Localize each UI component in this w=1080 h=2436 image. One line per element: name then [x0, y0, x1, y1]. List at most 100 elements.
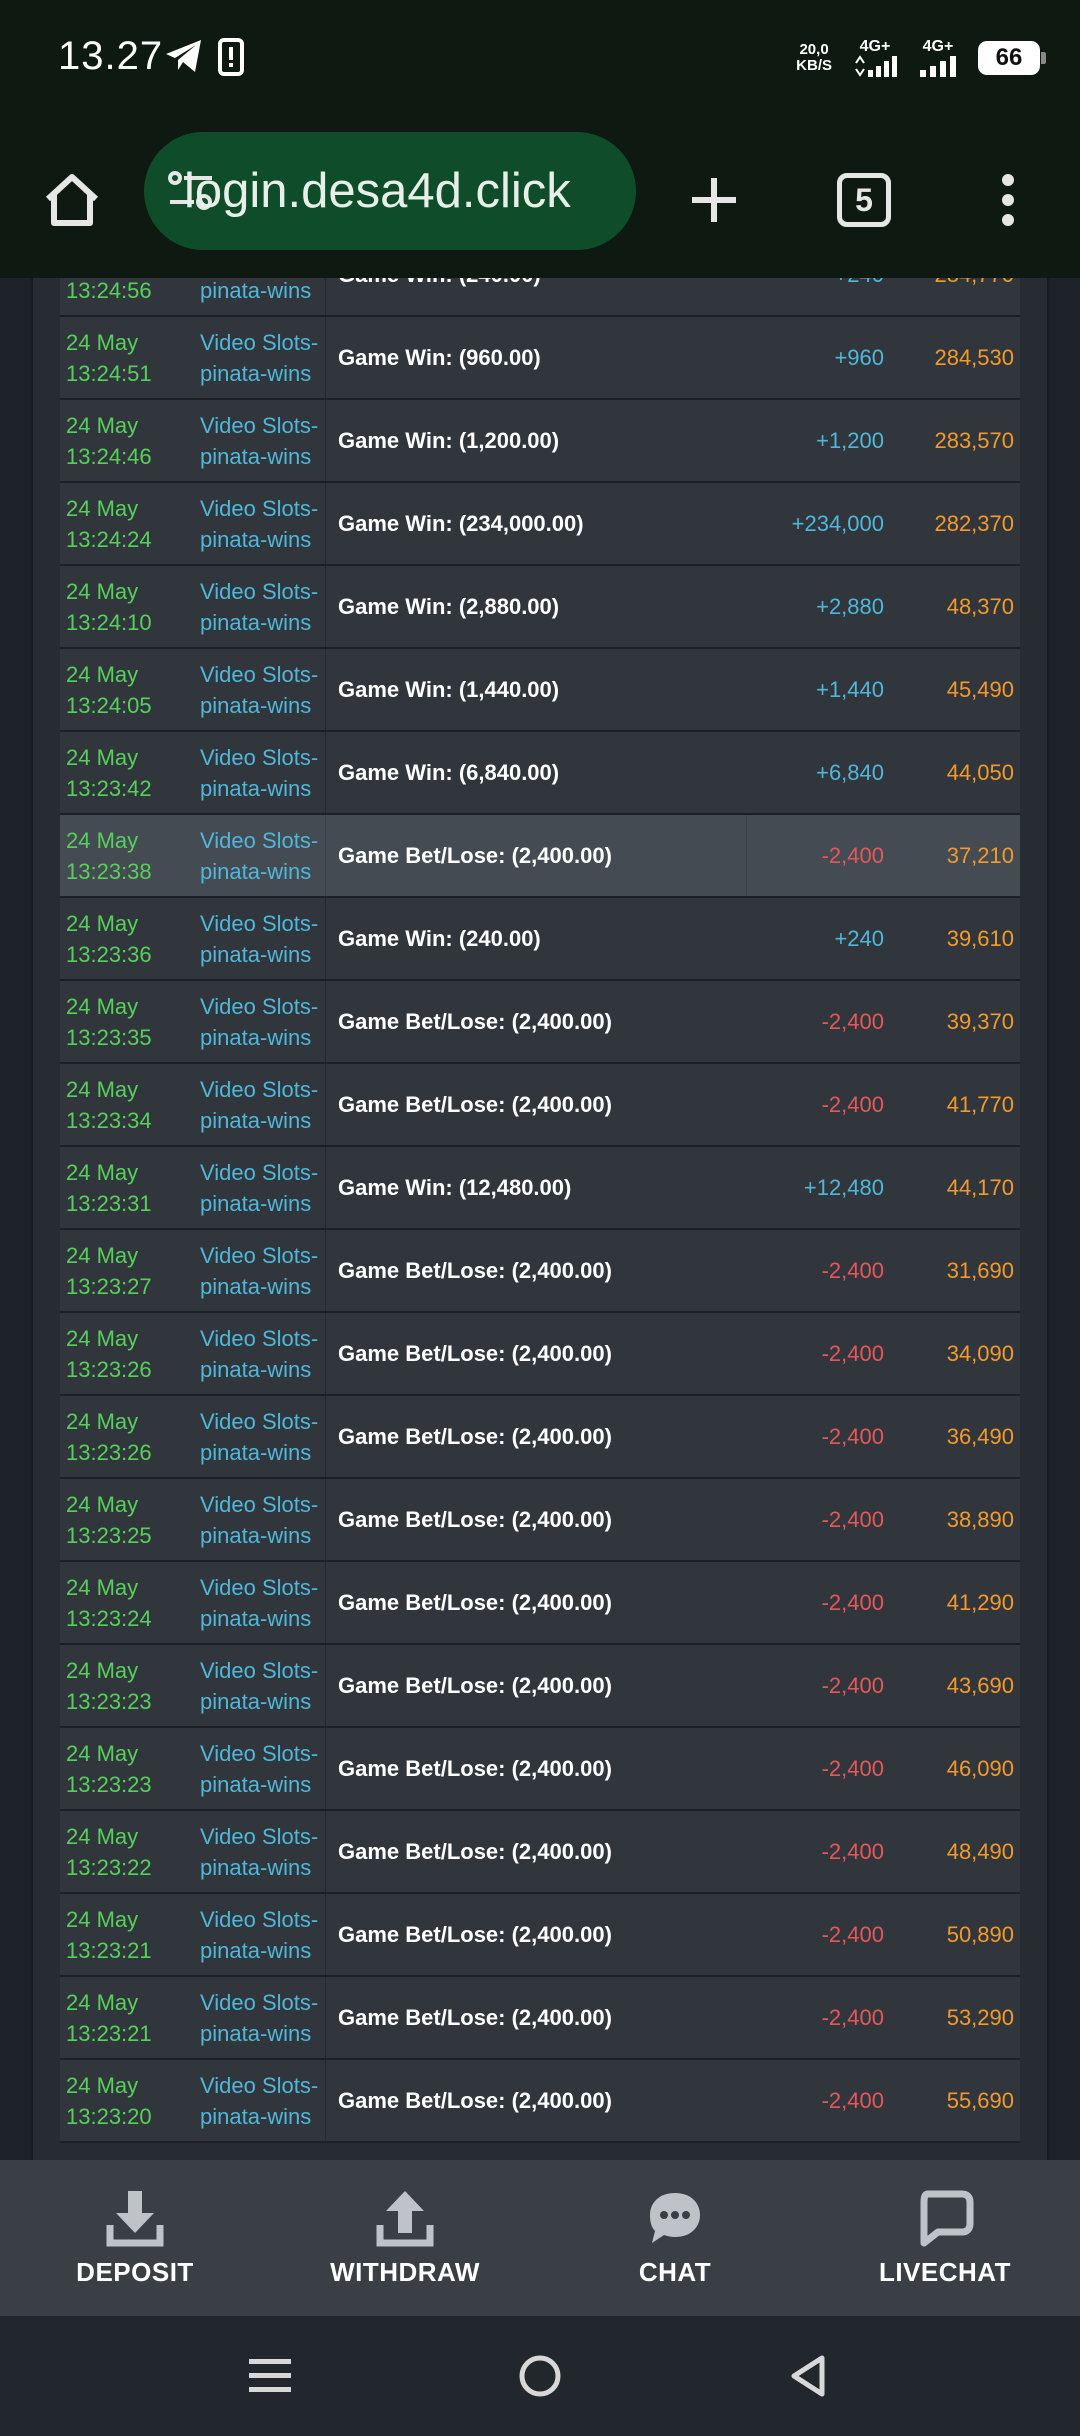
table-row[interactable]: 24 May 13:23:35 Video Slots-pinata-wins Gam…	[60, 981, 1020, 1064]
row-time: 13:23:22	[66, 1854, 152, 1880]
row-game: Video Slots-pinata-wins	[196, 566, 326, 647]
row-game-type: Video Slots-	[200, 2072, 319, 2098]
row-date: 24 May	[66, 578, 139, 604]
signal-bars-icon	[920, 56, 956, 77]
row-datetime: 24 May 13:24:10	[60, 576, 196, 638]
table-row[interactable]: 24 May 13:23:38 Video Slots-pinata-wins Gam…	[60, 815, 1020, 898]
row-balance: 41,290	[946, 1589, 1014, 1615]
row-date: 24 May	[66, 495, 139, 521]
row-game-name: pinata-wins	[200, 2020, 312, 2046]
row-date: 24 May	[66, 1574, 139, 1600]
table-row[interactable]: 24 May 13:23:25 Video Slots-pinata-wins Gam…	[60, 1479, 1020, 1562]
table-row[interactable]: 24 May 13:23:34 Video Slots-pinata-wins Gam…	[60, 1064, 1020, 1147]
withdraw-button[interactable]: WITHDRAW	[270, 2160, 540, 2316]
tab-switcher-button[interactable]: 5	[824, 160, 904, 240]
table-row[interactable]: 24 May 13:24:51 Video Slots-pinata-wins Gam…	[60, 317, 1020, 400]
table-row[interactable]: 24 May 13:24:24 Video Slots-pinata-wins Gam…	[60, 483, 1020, 566]
row-time: 13:23:42	[66, 775, 152, 801]
row-time: 13:23:31	[66, 1190, 152, 1216]
row-game-type: Video Slots-	[200, 1242, 319, 1268]
transaction-history: 24 May 13:24:56 Video Slots-pinata-wins Gam…	[0, 278, 1080, 2160]
table-row[interactable]: 24 May 13:23:20 Video Slots-pinata-wins Gam…	[60, 2060, 1020, 2143]
row-description: Game Bet/Lose: (2,400.00)	[338, 1838, 612, 1864]
row-datetime: 24 May 13:23:25	[60, 1489, 196, 1551]
row-balance: 46,090	[946, 1755, 1014, 1781]
table-row[interactable]: 24 May 13:23:42 Video Slots-pinata-wins Gam…	[60, 732, 1020, 815]
row-date: 24 May	[66, 1906, 139, 1932]
recents-button[interactable]	[240, 2346, 300, 2406]
menu-button[interactable]	[968, 160, 1048, 240]
deposit-button[interactable]: DEPOSIT	[0, 2160, 270, 2316]
row-game: Video Slots-pinata-wins	[196, 400, 326, 481]
table-row[interactable]: 24 May 13:23:23 Video Slots-pinata-wins Gam…	[60, 1728, 1020, 1811]
row-datetime: 24 May 13:24:51	[60, 327, 196, 389]
row-game: Video Slots-pinata-wins	[196, 1396, 326, 1477]
row-amount: +6,840	[816, 759, 884, 785]
table-row[interactable]: 24 May 13:24:46 Video Slots-pinata-wins Gam…	[60, 400, 1020, 483]
row-amount: +12,480	[803, 1174, 884, 1200]
plus-icon	[692, 178, 736, 222]
chat-button[interactable]: CHAT	[540, 2160, 810, 2316]
row-description: Game Win: (960.00)	[338, 344, 541, 370]
row-datetime: 24 May 13:23:38	[60, 825, 196, 887]
home-nav-button[interactable]	[510, 2346, 570, 2406]
row-datetime: 24 May 13:23:42	[60, 742, 196, 804]
table-row[interactable]: 24 May 13:23:24 Video Slots-pinata-wins Gam…	[60, 1562, 1020, 1645]
row-game-type: Video Slots-	[200, 495, 319, 521]
url-bar[interactable]: login.desa4d.click	[144, 132, 636, 250]
home-button[interactable]	[32, 160, 112, 240]
row-date: 24 May	[66, 1657, 139, 1683]
table-row[interactable]: 24 May 13:24:05 Video Slots-pinata-wins Gam…	[60, 649, 1020, 732]
table-row[interactable]: 24 May 13:23:21 Video Slots-pinata-wins Gam…	[60, 1977, 1020, 2060]
row-datetime: 24 May 13:23:21	[60, 1987, 196, 2049]
row-game-type: Video Slots-	[200, 1989, 319, 2015]
row-description: Game Win: (240.00)	[338, 925, 541, 951]
back-button[interactable]	[778, 2346, 838, 2406]
livechat-label: LIVECHAT	[878, 2256, 1012, 2287]
table-row[interactable]: 24 May 13:23:23 Video Slots-pinata-wins Gam…	[60, 1645, 1020, 1728]
row-time: 13:24:10	[66, 609, 152, 635]
row-time: 13:23:21	[66, 2020, 152, 2046]
row-description: Game Bet/Lose: (2,400.00)	[338, 1506, 612, 1532]
row-description: Game Bet/Lose: (2,400.00)	[338, 1672, 612, 1698]
row-amount: +2,880	[816, 593, 884, 619]
row-game: Video Slots-pinata-wins	[196, 981, 326, 1062]
new-tab-button[interactable]	[674, 160, 754, 240]
livechat-button[interactable]: LIVECHAT	[810, 2160, 1080, 2316]
table-row[interactable]: 24 May 13:23:22 Video Slots-pinata-wins Gam…	[60, 1811, 1020, 1894]
table-row[interactable]: 24 May 13:23:26 Video Slots-pinata-wins Gam…	[60, 1396, 1020, 1479]
table-row[interactable]: 24 May 13:23:21 Video Slots-pinata-wins Gam…	[60, 1894, 1020, 1977]
row-time: 13:24:46	[66, 443, 152, 469]
row-amount: -2,400	[821, 1091, 884, 1117]
row-game-type: Video Slots-	[200, 1491, 319, 1517]
url-text[interactable]: login.desa4d.click	[184, 132, 571, 250]
row-date: 24 May	[66, 1491, 139, 1517]
row-amount: +1,440	[816, 676, 884, 702]
table-row[interactable]: 24 May 13:23:26 Video Slots-pinata-wins Gam…	[60, 1313, 1020, 1396]
table-row[interactable]: 24 May 13:23:31 Video Slots-pinata-wins Gam…	[60, 1147, 1020, 1230]
row-datetime: 24 May 13:23:20	[60, 2070, 196, 2132]
row-time: 13:23:38	[66, 858, 152, 884]
table-row[interactable]: 24 May13:24:56Video Slots-pinata-winsGam…	[60, 278, 1020, 317]
table-row[interactable]: 24 May 13:23:27 Video Slots-pinata-wins Gam…	[60, 1230, 1020, 1313]
row-game-name: pinata-wins	[200, 1024, 312, 1050]
row-amount: -2,400	[821, 1921, 884, 1947]
row-game: Video Slots-pinata-wins	[196, 732, 326, 813]
row-amount: -2,400	[821, 1506, 884, 1532]
row-time: 13:23:21	[66, 1937, 152, 1963]
row-balance: 38,890	[946, 1506, 1014, 1532]
row-description: Game Bet/Lose: (2,400.00)	[338, 2004, 612, 2030]
table-row[interactable]: 24 May 13:24:10 Video Slots-pinata-wins Gam…	[60, 566, 1020, 649]
row-game: Video Slots-pinata-wins	[196, 317, 326, 398]
recents-icon	[249, 2359, 291, 2392]
row-game: Video Slots-pinata-wins	[196, 1894, 326, 1975]
table-row[interactable]: 24 May 13:23:36 Video Slots-pinata-wins Gam…	[60, 898, 1020, 981]
row-game-name: pinata-wins	[200, 2103, 312, 2129]
signal-1: 4G+	[852, 39, 898, 77]
row-date: 24 May	[66, 1740, 139, 1766]
row-time: 13:24:56	[66, 278, 152, 303]
row-game-name: pinata-wins	[200, 526, 312, 552]
row-balance: 39,370	[946, 1008, 1014, 1034]
row-balance: 55,690	[946, 2087, 1014, 2113]
row-amount: -2,400	[821, 2087, 884, 2113]
